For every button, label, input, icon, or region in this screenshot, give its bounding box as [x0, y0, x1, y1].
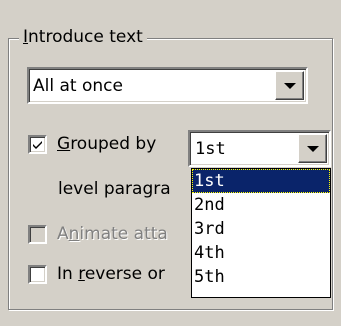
dropdown-option[interactable]: 5th — [192, 265, 330, 289]
checkmark-icon — [33, 141, 42, 149]
group-level-dropdown-list[interactable]: 1st 2nd 3rd 4th 5th — [191, 168, 331, 298]
in-reverse-order-checkbox[interactable] — [28, 265, 47, 284]
introduce-text-value: All at once — [33, 75, 123, 96]
level-paragraphs-label: level paragra — [58, 179, 171, 199]
custom-animation-panel: Introduce text All at once Grouped by 1s… — [0, 0, 341, 326]
chevron-down-icon — [283, 82, 296, 89]
dropdown-option[interactable]: 3rd — [192, 217, 330, 241]
grouped-by-label[interactable]: Grouped by — [57, 133, 156, 155]
animate-attached-shape-label: Animate atta — [57, 224, 168, 244]
grouped-by-checkbox[interactable] — [28, 135, 47, 154]
groupbox-title: Introduce text — [19, 25, 147, 49]
introduce-text-combo[interactable]: All at once — [27, 67, 308, 104]
group-level-combo[interactable]: 1st — [188, 130, 331, 167]
in-reverse-order-label[interactable]: In reverse or — [57, 263, 165, 285]
dropdown-option[interactable]: 1st — [192, 169, 330, 193]
dropdown-option[interactable]: 4th — [192, 241, 330, 265]
animate-attached-shape-checkbox[interactable] — [28, 225, 47, 244]
dropdown-option[interactable]: 2nd — [192, 193, 330, 217]
introduce-text-dropdown-button[interactable] — [275, 71, 304, 100]
group-level-dropdown-button[interactable] — [298, 134, 327, 163]
group-level-value: 1st — [195, 138, 226, 159]
chevron-down-icon — [306, 145, 319, 152]
